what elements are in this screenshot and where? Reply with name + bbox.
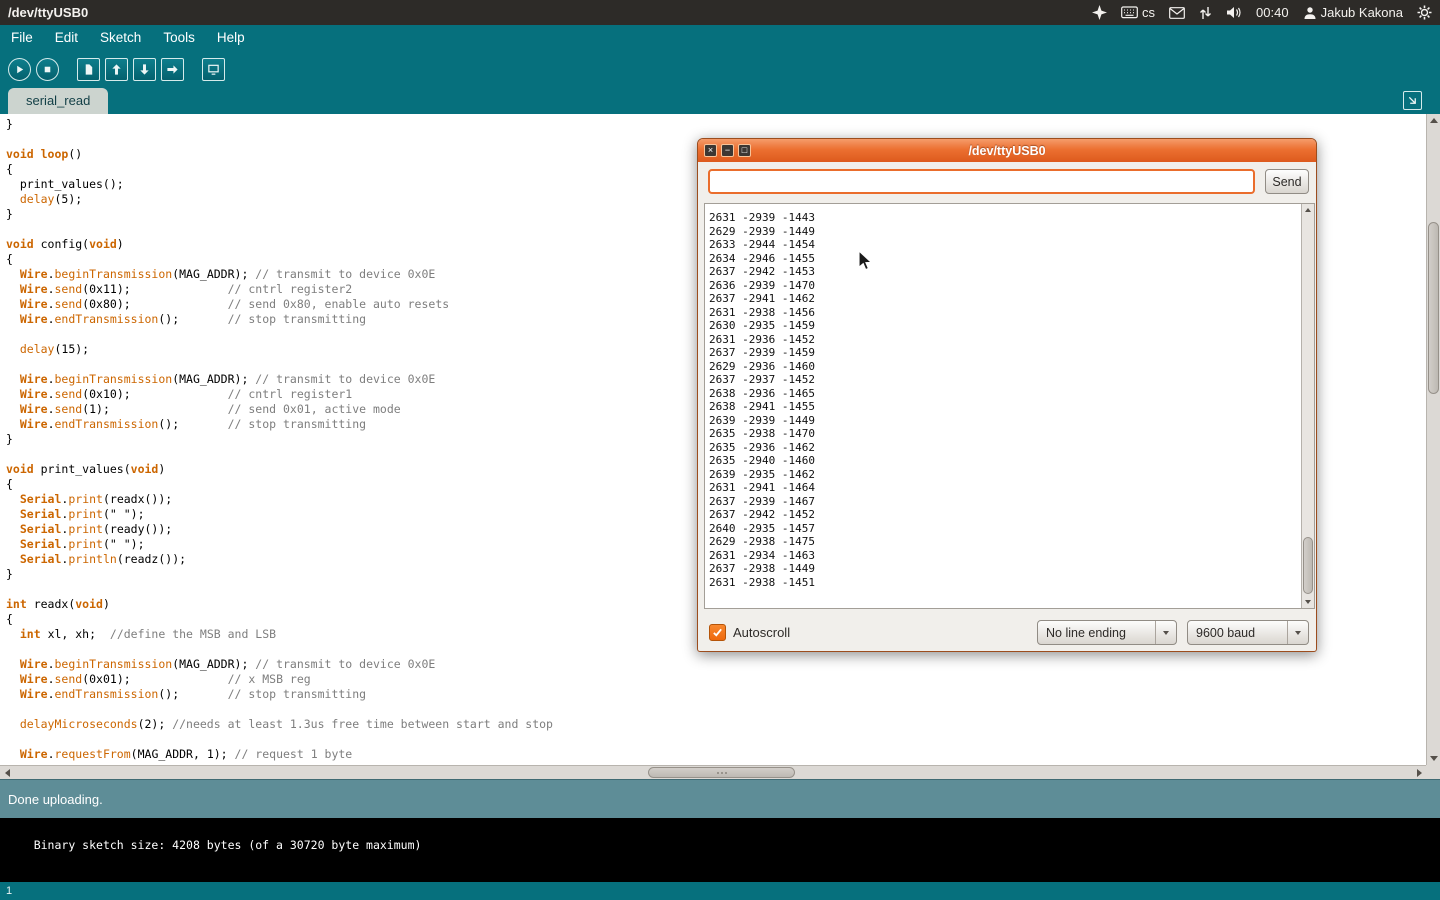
save-sketch-button[interactable] (133, 58, 156, 81)
code-line: Wire.requestFrom(MAG_ADDR, 1); // reques… (6, 747, 1426, 762)
scroll-down-arrow[interactable] (1427, 752, 1440, 765)
horizontal-scroll-thumb[interactable] (648, 767, 795, 778)
arrow-down-right-icon (1407, 95, 1418, 106)
stop-button[interactable] (36, 58, 59, 81)
tab-serial-read[interactable]: serial_read (8, 88, 108, 114)
scroll-up-arrow[interactable] (1427, 114, 1440, 127)
baud-rate-dropdown[interactable]: 9600 baud (1187, 620, 1309, 645)
code-line (6, 732, 1426, 747)
code-line: Wire.beginTransmission(MAG_ADDR); // tra… (6, 657, 1426, 672)
chevron-down-icon[interactable] (1287, 621, 1308, 644)
serial-scroll-thumb[interactable] (1303, 537, 1313, 594)
console-output: Binary sketch size: 4208 bytes (of a 307… (0, 818, 1440, 882)
indicator-star-icon[interactable] (1092, 5, 1107, 20)
serial-window-titlebar[interactable]: × − □ /dev/ttyUSB0 (698, 139, 1316, 162)
play-icon (13, 63, 26, 76)
tab-bar: serial_read (0, 87, 1440, 114)
open-sketch-button[interactable] (105, 58, 128, 81)
monitor-icon (207, 63, 220, 76)
editor-horizontal-scrollbar[interactable] (0, 765, 1426, 779)
minimize-icon[interactable]: − (721, 144, 734, 157)
serial-monitor-button[interactable] (202, 58, 225, 81)
serial-output-area[interactable]: 2631 -2939 -1443 2629 -2939 -1449 2633 -… (704, 203, 1315, 609)
serial-window-title: /dev/ttyUSB0 (698, 144, 1316, 158)
arrow-down-icon (138, 63, 151, 76)
verify-button[interactable] (8, 58, 31, 81)
gear-icon (1417, 5, 1432, 20)
checkmark-icon (712, 627, 723, 638)
mouse-cursor-icon (858, 250, 874, 276)
speaker-icon (1226, 6, 1242, 19)
code-line: Wire.endTransmission(); // stop transmit… (6, 687, 1426, 702)
envelope-icon (1169, 7, 1185, 19)
menu-item-tools[interactable]: Tools (152, 25, 206, 51)
up-down-arrows-icon (1199, 6, 1212, 20)
autoscroll-label: Autoscroll (733, 625, 790, 640)
mail-indicator[interactable] (1169, 7, 1185, 19)
baud-rate-value: 9600 baud (1188, 621, 1287, 644)
upload-button[interactable] (161, 58, 184, 81)
serial-send-input[interactable] (708, 169, 1255, 194)
serial-output-scrollbar[interactable] (1301, 204, 1314, 608)
user-name: Jakub Kakona (1321, 5, 1403, 20)
arrow-up-icon (110, 63, 123, 76)
user-icon (1303, 6, 1317, 20)
line-ending-value: No line ending (1038, 621, 1155, 644)
menu-item-edit[interactable]: Edit (44, 25, 89, 51)
code-line: delayMicroseconds(2); //needs at least 1… (6, 717, 1426, 732)
autoscroll-control: Autoscroll (709, 620, 790, 645)
scroll-left-arrow[interactable] (0, 766, 14, 779)
serial-monitor-window: × − □ /dev/ttyUSB0 Send 2631 -2939 -1443… (697, 138, 1317, 652)
close-icon[interactable]: × (704, 144, 717, 157)
maximize-icon[interactable]: □ (738, 144, 751, 157)
status-bar: Done uploading. (0, 779, 1440, 818)
desktop-top-panel: /dev/ttyUSB0 cs 00:40 Jaku (0, 0, 1440, 25)
menu-bar: FileEditSketchToolsHelp (0, 25, 1440, 51)
network-sync-indicator[interactable] (1199, 6, 1212, 20)
scrollbar-corner (1426, 765, 1440, 779)
serial-scroll-up-arrow[interactable] (1302, 204, 1314, 216)
status-message: Done uploading. (8, 792, 103, 807)
tab-menu-button[interactable] (1403, 91, 1422, 110)
clock-indicator[interactable]: 00:40 (1256, 5, 1289, 20)
current-line-number: 1 (6, 885, 12, 897)
chevron-down-icon[interactable] (1155, 621, 1176, 644)
focused-window-title: /dev/ttyUSB0 (8, 5, 88, 20)
menu-item-sketch[interactable]: Sketch (89, 25, 152, 51)
keyboard-icon (1121, 6, 1138, 19)
clock-text: 00:40 (1256, 5, 1289, 20)
serial-scroll-down-arrow[interactable] (1302, 596, 1314, 608)
keyboard-layout-indicator[interactable]: cs (1121, 5, 1155, 20)
line-number-strip: 1 (0, 882, 1440, 900)
vertical-scroll-thumb[interactable] (1428, 222, 1439, 394)
autoscroll-checkbox[interactable] (709, 624, 726, 641)
console-text: Binary sketch size: 4208 bytes (of a 307… (34, 838, 422, 852)
arrow-right-icon (166, 63, 179, 76)
toolbar (0, 51, 1440, 87)
volume-indicator[interactable] (1226, 6, 1242, 19)
stop-icon (41, 63, 54, 76)
line-ending-dropdown[interactable]: No line ending (1037, 620, 1177, 645)
code-line: } (6, 117, 1426, 132)
new-sketch-button[interactable] (77, 58, 100, 81)
user-session-indicator[interactable]: Jakub Kakona (1303, 5, 1403, 20)
screen: /dev/ttyUSB0 cs 00:40 Jaku (0, 0, 1440, 900)
editor-vertical-scrollbar[interactable] (1426, 114, 1440, 765)
session-gear-indicator[interactable] (1417, 5, 1432, 20)
keyboard-layout-code: cs (1142, 5, 1155, 20)
window-buttons: × − □ (698, 144, 751, 157)
menu-item-help[interactable]: Help (206, 25, 256, 51)
menu-item-file[interactable]: File (0, 25, 44, 51)
send-button[interactable]: Send (1265, 169, 1309, 194)
code-line (6, 702, 1426, 717)
new-file-icon (82, 63, 95, 76)
code-line: Wire.send(0x01); // x MSB reg (6, 672, 1426, 687)
system-tray: cs 00:40 Jakub Kakona (1092, 5, 1432, 20)
scroll-right-arrow[interactable] (1412, 766, 1426, 779)
serial-output-text[interactable]: 2631 -2939 -1443 2629 -2939 -1449 2633 -… (705, 204, 1301, 608)
